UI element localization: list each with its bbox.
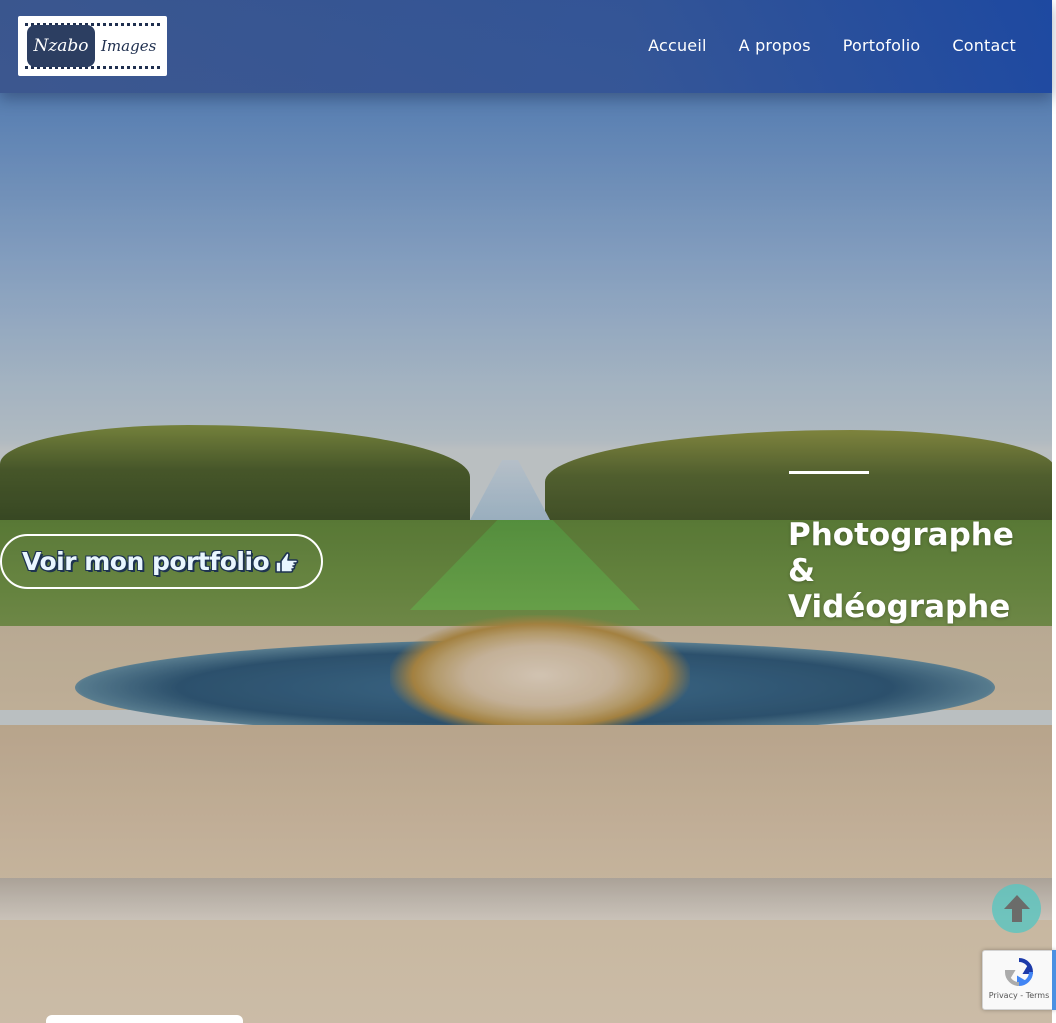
hero-overlay	[0, 0, 1052, 1023]
hero-headline: Photographe & Vidéographe	[788, 517, 1048, 625]
logo-badge: Nzabo	[27, 25, 95, 67]
recaptcha-terms[interactable]: Privacy - Terms	[989, 991, 1050, 1000]
recaptcha-logo-icon	[1004, 958, 1034, 987]
site-header: Nzabo Images Accueil A propos Portofolio…	[0, 0, 1052, 93]
view-portfolio-button[interactable]: Voir mon portfolio	[0, 534, 323, 589]
headline-divider	[789, 471, 869, 474]
recaptcha-edge	[1052, 950, 1056, 1010]
cta-label: Voir mon portfolio	[22, 547, 270, 576]
nav-item-a-propos[interactable]: A propos	[739, 36, 811, 55]
nav-item-contact[interactable]: Contact	[952, 36, 1016, 55]
hand-point-right-icon	[273, 548, 301, 576]
bottom-tab	[46, 1015, 243, 1023]
hero-background	[0, 0, 1052, 1023]
logo-frame: Nzabo Images	[25, 23, 160, 69]
scroll-to-top-button[interactable]	[992, 884, 1041, 933]
headline-line-2: Vidéographe	[788, 589, 1011, 625]
recaptcha-badge[interactable]: Privacy - Terms	[982, 950, 1056, 1010]
main-nav: Accueil A propos Portofolio Contact	[648, 36, 1016, 55]
arrow-up-circle-icon	[1003, 894, 1030, 922]
logo-text: Images	[101, 37, 157, 55]
site-logo[interactable]: Nzabo Images	[18, 16, 167, 76]
nav-item-accueil[interactable]: Accueil	[648, 36, 707, 55]
nav-item-portofolio[interactable]: Portofolio	[843, 36, 921, 55]
headline-line-1: Photographe &	[788, 517, 1014, 589]
